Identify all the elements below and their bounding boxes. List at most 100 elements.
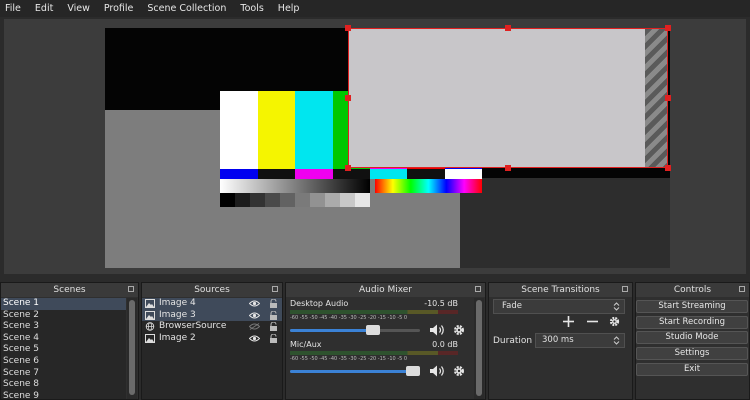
source-label: Image 2 — [159, 332, 196, 343]
volume-meter — [290, 310, 458, 314]
spin-arrows-icon[interactable] — [612, 336, 621, 345]
scene-item[interactable]: Scene 6 — [1, 356, 126, 368]
menu-help[interactable]: Help — [278, 3, 300, 14]
strip-cyan — [370, 169, 407, 179]
lock-icon[interactable] — [269, 310, 278, 320]
studio-mode-button[interactable]: Studio Mode — [636, 331, 748, 344]
audio-mixer-dock-title: Audio Mixer — [286, 283, 485, 297]
scene-item[interactable]: Scene 3 — [1, 321, 126, 333]
slider-knob[interactable] — [366, 325, 380, 335]
transition-type-value: Fade — [502, 301, 522, 311]
mixer-scrollbar[interactable] — [474, 298, 484, 399]
color-bar-white — [220, 91, 258, 169]
volume-slider[interactable] — [290, 323, 464, 337]
strip-black — [333, 169, 370, 179]
duration-spinbox[interactable]: 300 ms — [535, 333, 625, 348]
add-transition-icon[interactable] — [562, 315, 575, 328]
resize-handle-right[interactable] — [665, 95, 671, 101]
image-icon — [145, 310, 155, 320]
resize-handle-top-left[interactable] — [345, 25, 351, 31]
color-bar-yellow — [258, 91, 295, 169]
source-item[interactable]: Image 2 — [142, 333, 282, 345]
float-dock-icon[interactable] — [622, 286, 628, 292]
menu-view[interactable]: View — [67, 3, 90, 14]
start-streaming-button[interactable]: Start Streaming — [636, 300, 748, 313]
lock-icon[interactable] — [269, 322, 278, 332]
resize-handle-top[interactable] — [505, 25, 511, 31]
eye-icon[interactable] — [249, 335, 260, 342]
float-dock-icon[interactable] — [739, 286, 745, 292]
strip-magenta — [295, 169, 333, 179]
speaker-icon[interactable] — [429, 364, 447, 378]
selected-source-bounds[interactable] — [348, 28, 668, 168]
start-recording-button[interactable]: Start Recording — [636, 316, 748, 329]
resize-handle-bottom-right[interactable] — [665, 165, 671, 171]
source-item[interactable]: Image 4 — [142, 298, 282, 310]
scrollbar-thumb[interactable] — [129, 300, 135, 395]
resize-handle-top-right[interactable] — [665, 25, 671, 31]
scene-item[interactable]: Scene 5 — [1, 344, 126, 356]
float-dock-icon[interactable] — [128, 286, 134, 292]
scenes-dock-title: Scenes — [1, 283, 138, 297]
speaker-icon[interactable] — [429, 323, 447, 337]
gear-icon[interactable] — [452, 364, 466, 378]
source-item[interactable]: BrowserSource — [142, 321, 282, 333]
menu-edit[interactable]: Edit — [35, 3, 53, 14]
controls-dock-title: Controls — [636, 283, 749, 297]
eye-icon[interactable] — [249, 300, 260, 307]
gear-icon[interactable] — [452, 323, 466, 337]
scene-item[interactable]: Scene 4 — [1, 333, 126, 345]
remove-transition-icon[interactable] — [586, 315, 599, 328]
volume-meter — [290, 351, 458, 355]
float-dock-icon[interactable] — [475, 286, 481, 292]
meter-ticks: -60 -55 -50 -45 -40 -35 -30 -25 -20 -15 … — [290, 356, 408, 362]
scene-item[interactable]: Scene 7 — [1, 368, 126, 380]
resize-handle-left[interactable] — [345, 95, 351, 101]
gear-icon[interactable] — [608, 315, 621, 328]
gray-steps — [220, 193, 370, 207]
mixer-track-desktop-audio: Desktop Audio -10.5 dB -60 -55 -50 -45 -… — [290, 299, 464, 337]
sources-dock: Sources Image 4 Image 3 BrowserSource Im… — [141, 282, 283, 400]
eye-icon[interactable] — [249, 312, 260, 319]
exit-button[interactable]: Exit — [636, 363, 748, 376]
scene-item[interactable]: Scene 8 — [1, 379, 126, 391]
slider-fill — [290, 329, 370, 332]
up-down-arrows-icon — [613, 302, 620, 311]
lock-icon[interactable] — [269, 333, 278, 343]
scene-list-scrollbar[interactable] — [127, 298, 137, 399]
settings-button[interactable]: Settings — [636, 347, 748, 360]
track-db: 0.0 dB — [432, 340, 458, 349]
scrollbar-thumb[interactable] — [476, 300, 482, 396]
source-label: BrowserSource — [159, 321, 227, 332]
float-dock-icon[interactable] — [272, 286, 278, 292]
eye-hidden-icon[interactable] — [249, 323, 260, 331]
mixer-track-mic-aux: Mic/Aux 0.0 dB -60 -55 -50 -45 -40 -35 -… — [290, 340, 464, 378]
controls-title: Controls — [673, 285, 712, 295]
slider-fill — [290, 370, 414, 373]
scene-item[interactable]: Scene 1 — [1, 298, 126, 310]
image-icon — [145, 334, 155, 344]
scene-item[interactable]: Scene 2 — [1, 310, 126, 322]
source-item[interactable]: Image 3 — [142, 309, 282, 322]
slider-knob[interactable] — [406, 366, 420, 376]
scene-item[interactable]: Scene 9 — [1, 391, 126, 400]
resize-handle-bottom[interactable] — [505, 165, 511, 171]
menu-file[interactable]: File — [5, 3, 21, 14]
audio-mixer-title: Audio Mixer — [359, 285, 412, 295]
image-icon — [145, 299, 155, 309]
scene-transitions-title: Scene Transitions — [521, 285, 600, 295]
volume-slider[interactable] — [290, 364, 464, 378]
sources-title: Sources — [194, 285, 230, 295]
menu-tools[interactable]: Tools — [240, 3, 263, 14]
transition-type-select[interactable]: Fade — [493, 299, 625, 314]
menu-profile[interactable]: Profile — [104, 3, 134, 14]
resize-handle-bottom-left[interactable] — [345, 165, 351, 171]
strip-blue — [220, 169, 258, 179]
menu-scene-collection[interactable]: Scene Collection — [147, 3, 226, 14]
track-name: Desktop Audio — [290, 299, 349, 308]
scene-list: Scene 1 Scene 2 Scene 3 Scene 4 Scene 5 … — [1, 298, 126, 400]
duration-value: 300 ms — [542, 335, 574, 345]
gray-gradient — [220, 179, 370, 193]
lock-icon[interactable] — [269, 299, 278, 308]
track-db: -10.5 dB — [424, 299, 458, 308]
